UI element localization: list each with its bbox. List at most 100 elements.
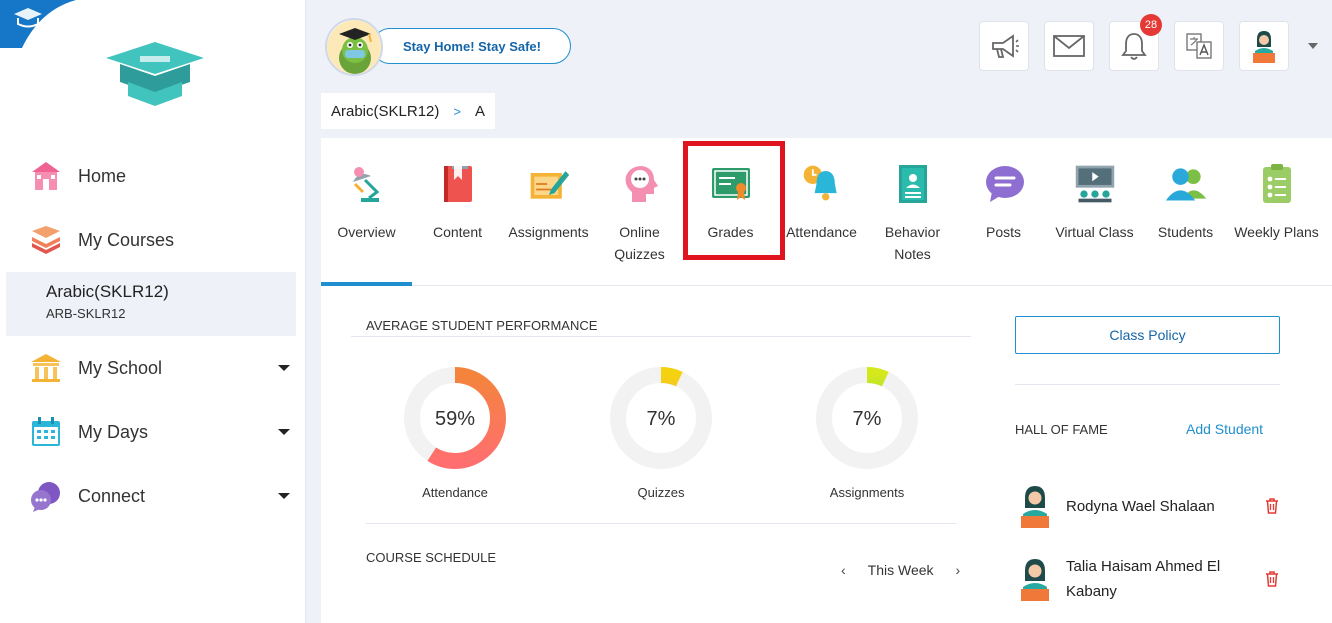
donut-value: 7% <box>852 408 882 430</box>
school-building-icon <box>28 350 64 386</box>
tab-overview[interactable]: Overview <box>321 162 412 243</box>
messages-button[interactable] <box>1044 21 1094 71</box>
sidebar-current-course[interactable]: Arabic(SKLR12) ARB-SKLR12 <box>6 272 296 336</box>
tab-behavior-notes[interactable]: Behavior Notes <box>867 162 958 265</box>
chevron-down-icon[interactable] <box>1308 43 1318 49</box>
week-label: This Week <box>867 562 934 578</box>
course-name: Arabic(SKLR12) <box>46 282 169 301</box>
announcements-button[interactable] <box>979 21 1029 71</box>
divider <box>1015 384 1280 385</box>
course-card: Overview Content Assignments Online Quiz… <box>321 138 1332 623</box>
profile-card-icon <box>891 162 935 206</box>
student-avatar-icon <box>1021 486 1049 528</box>
sidebar-item-my-courses[interactable]: My Courses <box>0 208 306 272</box>
notifications-button[interactable]: 28 <box>1109 14 1162 71</box>
week-navigator: ‹ This Week › <box>819 562 982 578</box>
hall-of-fame-title: HALL OF FAME <box>1015 422 1108 437</box>
desk-lamp-icon <box>345 162 389 206</box>
books-stack-icon <box>28 222 64 258</box>
chevron-down-icon[interactable] <box>278 429 290 435</box>
bell-icon <box>1121 33 1147 60</box>
sidebar: Home My Courses Arabic(SKLR12) ARB-SKLR1… <box>0 0 306 623</box>
translate-icon <box>1186 33 1212 59</box>
course-code: ARB-SKLR12 <box>46 306 126 321</box>
breadcrumb-course[interactable]: Arabic(SKLR12) <box>331 103 439 120</box>
user-menu-button[interactable] <box>1239 21 1289 71</box>
sidebar-label: My School <box>78 357 163 378</box>
corner-logo-icon[interactable] <box>0 0 76 48</box>
tab-label: Virtual Class <box>1055 224 1134 240</box>
top-toolbar: 28 <box>979 14 1289 71</box>
donut-label: Quizzes <box>637 485 685 500</box>
hall-of-fame-item: Talia Haisam Ahmed El Kabany <box>1015 554 1295 604</box>
highlight-box <box>683 141 785 260</box>
add-student-link[interactable]: Add Student <box>1186 421 1263 437</box>
donut-label: Attendance <box>422 485 488 500</box>
bell-clock-icon <box>800 162 844 206</box>
tab-online-quizzes[interactable]: Online Quizzes <box>594 162 685 265</box>
tab-content[interactable]: Content <box>412 162 503 243</box>
sidebar-item-home[interactable]: Home <box>0 144 306 208</box>
book-icon <box>436 162 480 206</box>
student-avatar-icon <box>1021 559 1049 601</box>
tab-virtual-class[interactable]: Virtual Class <box>1049 162 1140 243</box>
student-name: Rodyna Wael Shalaan <box>1066 497 1215 515</box>
chevron-down-icon[interactable] <box>278 365 290 371</box>
tab-label: Behavior Notes <box>884 224 941 262</box>
donut-value: 7% <box>646 408 676 430</box>
breadcrumb: Arabic(SKLR12) > A <box>321 93 495 129</box>
tab-label: Online Quizzes <box>614 224 665 262</box>
megaphone-icon <box>992 34 1019 58</box>
presentation-screen-icon <box>1073 162 1117 206</box>
breadcrumb-separator: > <box>453 103 461 119</box>
student-name: Talia Haisam Ahmed El Kabany <box>1066 558 1221 600</box>
tab-weekly-plans[interactable]: Weekly Plans <box>1231 162 1322 243</box>
speech-bubble-icon <box>982 162 1026 206</box>
school-logo-icon <box>106 42 204 106</box>
chevron-down-icon[interactable] <box>278 493 290 499</box>
active-tab-indicator <box>321 282 412 286</box>
chat-bubbles-icon <box>28 478 64 514</box>
chevron-right-icon[interactable]: › <box>956 562 961 578</box>
sidebar-item-my-school[interactable]: My School <box>0 336 306 400</box>
sidebar-item-my-days[interactable]: My Days <box>0 400 306 464</box>
stay-safe-banner: Stay Home! Stay Safe! <box>372 28 571 64</box>
sidebar-label: Connect <box>78 485 146 506</box>
donut-value: 59% <box>434 408 476 430</box>
schedule-title: COURSE SCHEDULE <box>366 550 497 565</box>
breadcrumb-section: A <box>474 102 485 120</box>
sidebar-label: My Courses <box>78 229 175 250</box>
divider <box>366 523 956 524</box>
sidebar-label: Home <box>78 165 127 186</box>
tab-label: Content <box>432 224 483 240</box>
class-policy-button[interactable]: Class Policy <box>1015 316 1280 354</box>
trash-icon[interactable] <box>1265 498 1279 514</box>
users-group-icon <box>1164 162 1208 206</box>
tab-attendance[interactable]: Attendance <box>776 162 867 243</box>
chevron-left-icon[interactable]: ‹ <box>841 562 846 578</box>
envelope-icon <box>1053 35 1085 57</box>
hall-of-fame-item: Rodyna Wael Shalaan <box>1015 484 1295 528</box>
performance-title: AVERAGE STUDENT PERFORMANCE <box>366 318 598 333</box>
tab-label: Students <box>1157 224 1214 240</box>
checklist-icon <box>1255 162 1299 206</box>
donut-label: Assignments <box>829 485 905 500</box>
mascot-avatar <box>325 18 383 76</box>
trash-icon[interactable] <box>1265 571 1279 587</box>
tab-students[interactable]: Students <box>1140 162 1231 243</box>
assignment-pen-icon <box>527 162 571 206</box>
sidebar-nav: Home My Courses Arabic(SKLR12) ARB-SKLR1… <box>0 144 306 528</box>
home-icon <box>28 158 64 194</box>
head-thinking-icon <box>618 162 662 206</box>
tab-label: Posts <box>985 224 1021 240</box>
sidebar-item-connect[interactable]: Connect <box>0 464 306 528</box>
tab-label: Weekly Plans <box>1234 224 1319 240</box>
divider <box>351 336 971 337</box>
language-button[interactable] <box>1174 21 1224 71</box>
calendar-icon <box>28 414 64 450</box>
sidebar-label: My Days <box>78 421 149 442</box>
tab-assignments[interactable]: Assignments <box>503 162 594 243</box>
tab-posts[interactable]: Posts <box>958 162 1049 243</box>
tab-label: Attendance <box>786 224 857 240</box>
tab-label: Overview <box>337 224 396 240</box>
